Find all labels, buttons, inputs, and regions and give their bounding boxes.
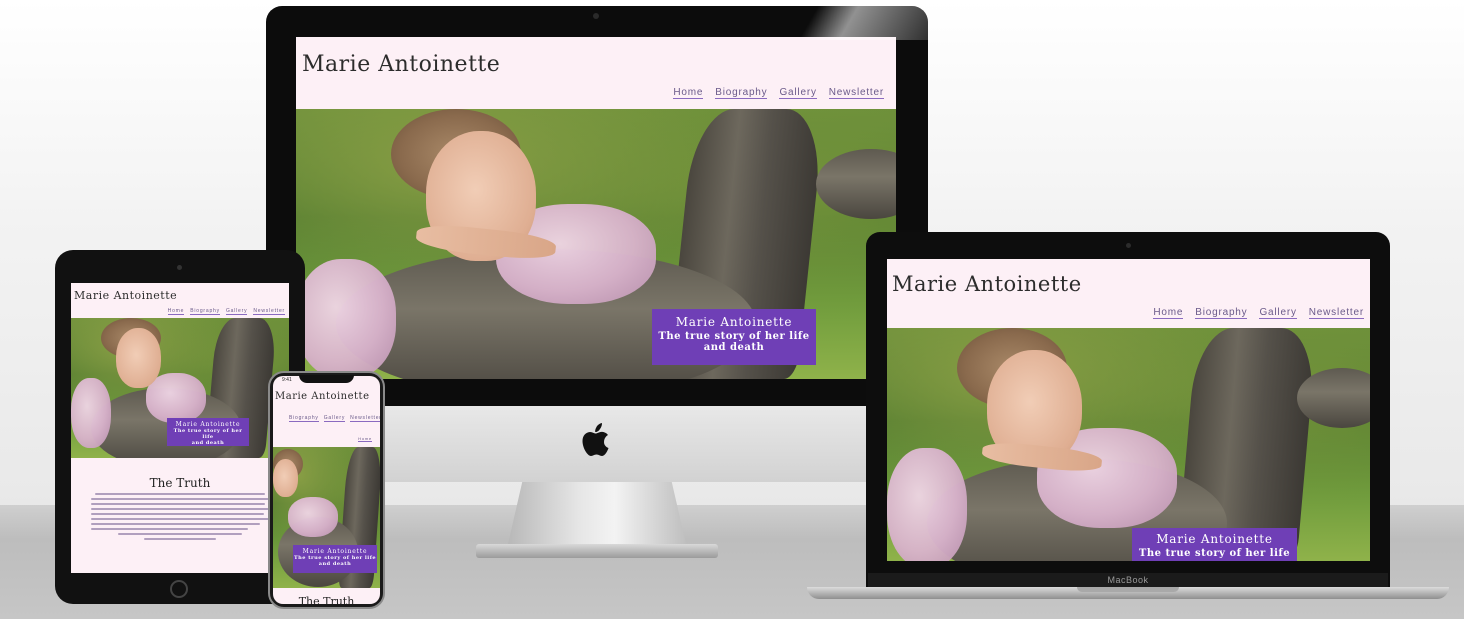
iphone-notch: [299, 375, 354, 383]
apple-logo-icon: [582, 423, 609, 456]
ipad-camera: [177, 265, 182, 270]
nav-newsletter[interactable]: Newsletter: [350, 415, 380, 422]
nav-newsletter[interactable]: Newsletter: [828, 87, 884, 99]
ipad-home-button[interactable]: [170, 580, 188, 598]
section-heading: The Truth: [298, 595, 355, 604]
main-nav: Biography Gallery Newsletter: [289, 415, 380, 422]
hero-image: Marie Antoinette The true story of her l…: [296, 109, 896, 379]
site-title: Marie Antoinette: [892, 272, 1082, 296]
hero-badge: Marie Antoinette The true story of her l…: [1132, 528, 1297, 561]
site-title: Marie Antoinette: [74, 289, 178, 302]
status-time: 9:41: [282, 377, 292, 383]
hero-badge: Marie Antoinette The true story of her l…: [652, 309, 816, 365]
imac-camera: [593, 13, 599, 19]
section-heading: The Truth: [149, 476, 211, 490]
main-nav: Home Biography Gallery Newsletter: [1153, 307, 1364, 319]
nav-home[interactable]: Home: [673, 87, 704, 99]
nav-biography[interactable]: Biography: [289, 415, 319, 422]
nav-gallery[interactable]: Gallery: [1259, 307, 1297, 319]
main-nav: Home Biography Gallery Newsletter: [167, 308, 285, 315]
iphone-screen: Marie Antoinette Biography Gallery Newsl…: [273, 376, 380, 604]
macbook-label: MacBook: [1107, 575, 1149, 585]
macbook-notch: [1077, 587, 1179, 592]
imac-stand: [508, 482, 686, 544]
nav-gallery[interactable]: Gallery: [779, 87, 817, 99]
nav-gallery[interactable]: Gallery: [323, 415, 346, 422]
macbook-camera: [1126, 243, 1131, 248]
hero-image: Marie Antoinette The true story of her l…: [273, 447, 380, 588]
nav-home[interactable]: Home: [167, 308, 185, 315]
imac-screen: Marie Antoinette Home Biography Gallery …: [296, 37, 896, 379]
hero-badge: Marie Antoinette The true story of her l…: [293, 545, 377, 573]
nav-biography[interactable]: Biography: [1195, 307, 1248, 319]
nav-gallery[interactable]: Gallery: [225, 308, 248, 315]
nav-newsletter[interactable]: Newsletter: [1308, 307, 1364, 319]
main-nav: Home Biography Gallery Newsletter: [673, 87, 884, 99]
hero-badge: Marie Antoinette The true story of her l…: [167, 418, 249, 446]
imac-foot: [476, 544, 718, 558]
nav-home[interactable]: Home: [358, 436, 372, 442]
hero-image: Marie Antoinette The true story of her l…: [71, 318, 289, 458]
nav-newsletter[interactable]: Newsletter: [253, 308, 285, 315]
macbook-screen: Marie Antoinette Home Biography Gallery …: [887, 259, 1370, 561]
ipad-screen: Marie Antoinette Home Biography Gallery …: [71, 283, 289, 573]
nav-home[interactable]: Home: [1153, 307, 1184, 319]
nav-biography[interactable]: Biography: [190, 308, 220, 315]
hero-image: Marie Antoinette The true story of her l…: [887, 328, 1370, 561]
section-body-text: [91, 493, 269, 543]
main-nav-row2: Home: [358, 436, 372, 442]
site-title: Marie Antoinette: [302, 52, 501, 77]
nav-biography[interactable]: Biography: [715, 87, 768, 99]
site-title: Marie Antoinette: [275, 391, 370, 402]
